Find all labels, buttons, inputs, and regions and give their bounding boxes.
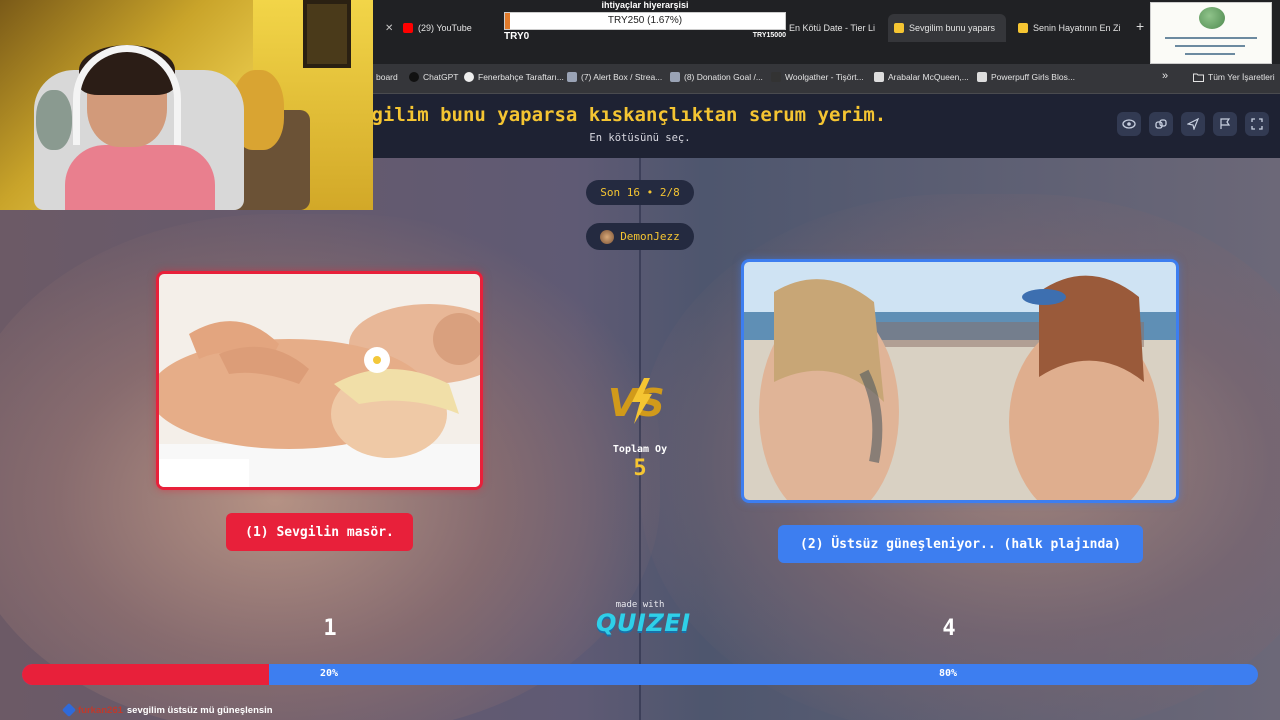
author-badge[interactable]: DemonJezz <box>586 223 694 250</box>
streamer-body <box>65 145 215 210</box>
vote-progress-bar: 20% 80% <box>22 664 1258 685</box>
bookmark-label: (8) Donation Goal /... <box>684 72 763 82</box>
option-2-image[interactable] <box>741 259 1179 503</box>
massage-image <box>159 274 480 487</box>
donation-goal-widget: ihtiyaçlar hiyerarşisi TRY250 (1.67%) TR… <box>500 0 790 42</box>
goal-progress-bar: TRY250 (1.67%) <box>504 12 786 30</box>
youtube-icon <box>403 23 413 33</box>
close-icon[interactable]: ✕ <box>1000 23 1006 34</box>
streamelements-icon <box>567 72 577 82</box>
bookmark-label: Arabalar McQueen,... <box>888 72 969 82</box>
send-icon[interactable] <box>1181 112 1205 136</box>
eye-icon[interactable] <box>1117 112 1141 136</box>
chat-text: sevgilim üstsüz mü güneşlensin <box>126 704 273 716</box>
bookmark-item[interactable]: Fenerbahçe Taraftarı... <box>464 72 564 82</box>
option-1-vote-count: 1 <box>323 616 337 641</box>
bookmark-label: ChatGPT <box>423 72 459 82</box>
quiz-favicon-icon <box>894 23 904 33</box>
bookmark-item[interactable]: (7) Alert Box / Strea... <box>567 72 662 82</box>
new-tab-button[interactable]: + <box>1136 18 1144 34</box>
bookmark-item[interactable]: Powerpuff Girls Blos... <box>977 72 1075 82</box>
page-icon <box>977 72 987 82</box>
goal-min: TRY0 <box>504 31 530 42</box>
tree-icon <box>1199 7 1225 29</box>
round-indicator: Son 16 • 2/8 <box>586 180 694 205</box>
tab-tier-list[interactable]: En Kötü Date - Tier Li ✕ <box>783 14 885 42</box>
tab-youtube[interactable]: (29) YouTube <box>397 14 507 42</box>
bookmark-item[interactable]: (8) Donation Goal /... <box>670 72 763 82</box>
avatar <box>600 229 615 244</box>
beach-image <box>744 262 1176 500</box>
globe-icon <box>464 72 474 82</box>
tab-hayatin[interactable]: Senin Hayatının En Zi ✕ <box>1012 14 1130 42</box>
more-bookmarks-button[interactable]: » <box>1162 70 1168 82</box>
goal-amount: TRY250 (1.67%) <box>607 15 683 26</box>
chatgpt-icon <box>409 72 419 82</box>
chat-message: furkan261 sevgilim üstsüz mü güneşlensin <box>61 702 273 718</box>
thumbnail-line <box>1185 53 1235 55</box>
bookmark-label: Woolgather - Tişört... <box>785 72 864 82</box>
option-1-percent: 20% <box>320 668 339 679</box>
flag-icon[interactable] <box>1213 112 1237 136</box>
webcam-streamer <box>65 45 215 210</box>
tab-active-quiz[interactable]: Sevgilim bunu yapars ✕ <box>888 14 1006 42</box>
stream-screen: vgilim bunu yaparsa kıskançlıktan serum … <box>0 0 1280 720</box>
chat-username: furkan261 <box>78 704 123 716</box>
close-icon[interactable]: ✕ <box>880 23 885 34</box>
fullscreen-icon[interactable] <box>1245 112 1269 136</box>
option-2-vote-count: 4 <box>942 616 956 641</box>
quiz-favicon-icon <box>1018 23 1028 33</box>
all-bookmarks-button[interactable]: Tüm Yer İşaretleri <box>1193 72 1275 82</box>
folder-icon <box>1193 73 1204 82</box>
bookmark-label: Tüm Yer İşaretleri <box>1208 72 1275 82</box>
link-icon[interactable] <box>1149 112 1173 136</box>
vs-icon: VS <box>604 372 674 428</box>
round-text: Son 16 • 2/8 <box>600 186 680 199</box>
option-1-image[interactable] <box>156 271 483 490</box>
tab-label: Senin Hayatının En Zi <box>1033 23 1121 33</box>
woolgather-icon <box>771 72 781 82</box>
option-1-vote-share <box>22 664 270 685</box>
tab-label: Sevgilim bunu yapars <box>909 23 996 33</box>
bookmark-label: (7) Alert Box / Strea... <box>581 72 663 82</box>
page-icon <box>874 72 884 82</box>
chat-badge-icon <box>61 702 77 718</box>
close-icon[interactable]: ✕ <box>1126 23 1130 34</box>
bookmark-label: Fenerbahçe Taraftarı... <box>478 72 564 82</box>
author-name: DemonJezz <box>620 230 680 243</box>
quiz-title: vgilim bunu yaparsa kıskançlıktan serum … <box>360 104 887 126</box>
tab-label: (29) YouTube <box>418 23 472 33</box>
option-1-button[interactable]: (1) Sevgilin masör. <box>226 513 413 551</box>
bookmark-item[interactable]: Woolgather - Tişört... <box>771 72 864 82</box>
bookmark-label: Powerpuff Girls Blos... <box>991 72 1075 82</box>
webcam-picture-frame <box>303 0 351 68</box>
bookmark-label: board <box>376 72 398 82</box>
bookmark-item[interactable]: board <box>376 72 398 82</box>
option-2-button[interactable]: (2) Üstsüz güneşleniyor.. (halk plajında… <box>778 525 1143 563</box>
streamelements-icon <box>670 72 680 82</box>
close-icon[interactable]: ✕ <box>379 23 393 34</box>
total-votes-label: Toplam Oy <box>612 444 668 455</box>
bookmark-item[interactable]: ChatGPT <box>409 72 458 82</box>
total-votes-value: 5 <box>633 456 647 481</box>
webcam-feed <box>0 0 373 210</box>
tab-label: En Kötü Date - Tier Li <box>789 23 876 33</box>
headset-icon <box>73 45 181 145</box>
goal-max: TRY15000 <box>752 32 786 39</box>
quizei-logo[interactable]: QUIZEI <box>596 609 690 637</box>
thumbnail-line <box>1175 45 1245 47</box>
thumbnail-line <box>1165 37 1257 39</box>
goal-title: ihtiyaçlar hiyerarşisi <box>601 0 689 10</box>
option-2-percent: 80% <box>939 668 958 679</box>
tab-close-partial[interactable]: ✕ <box>373 14 393 42</box>
bookmark-item[interactable]: Arabalar McQueen,... <box>874 72 969 82</box>
overlay-thumbnail <box>1150 2 1272 64</box>
